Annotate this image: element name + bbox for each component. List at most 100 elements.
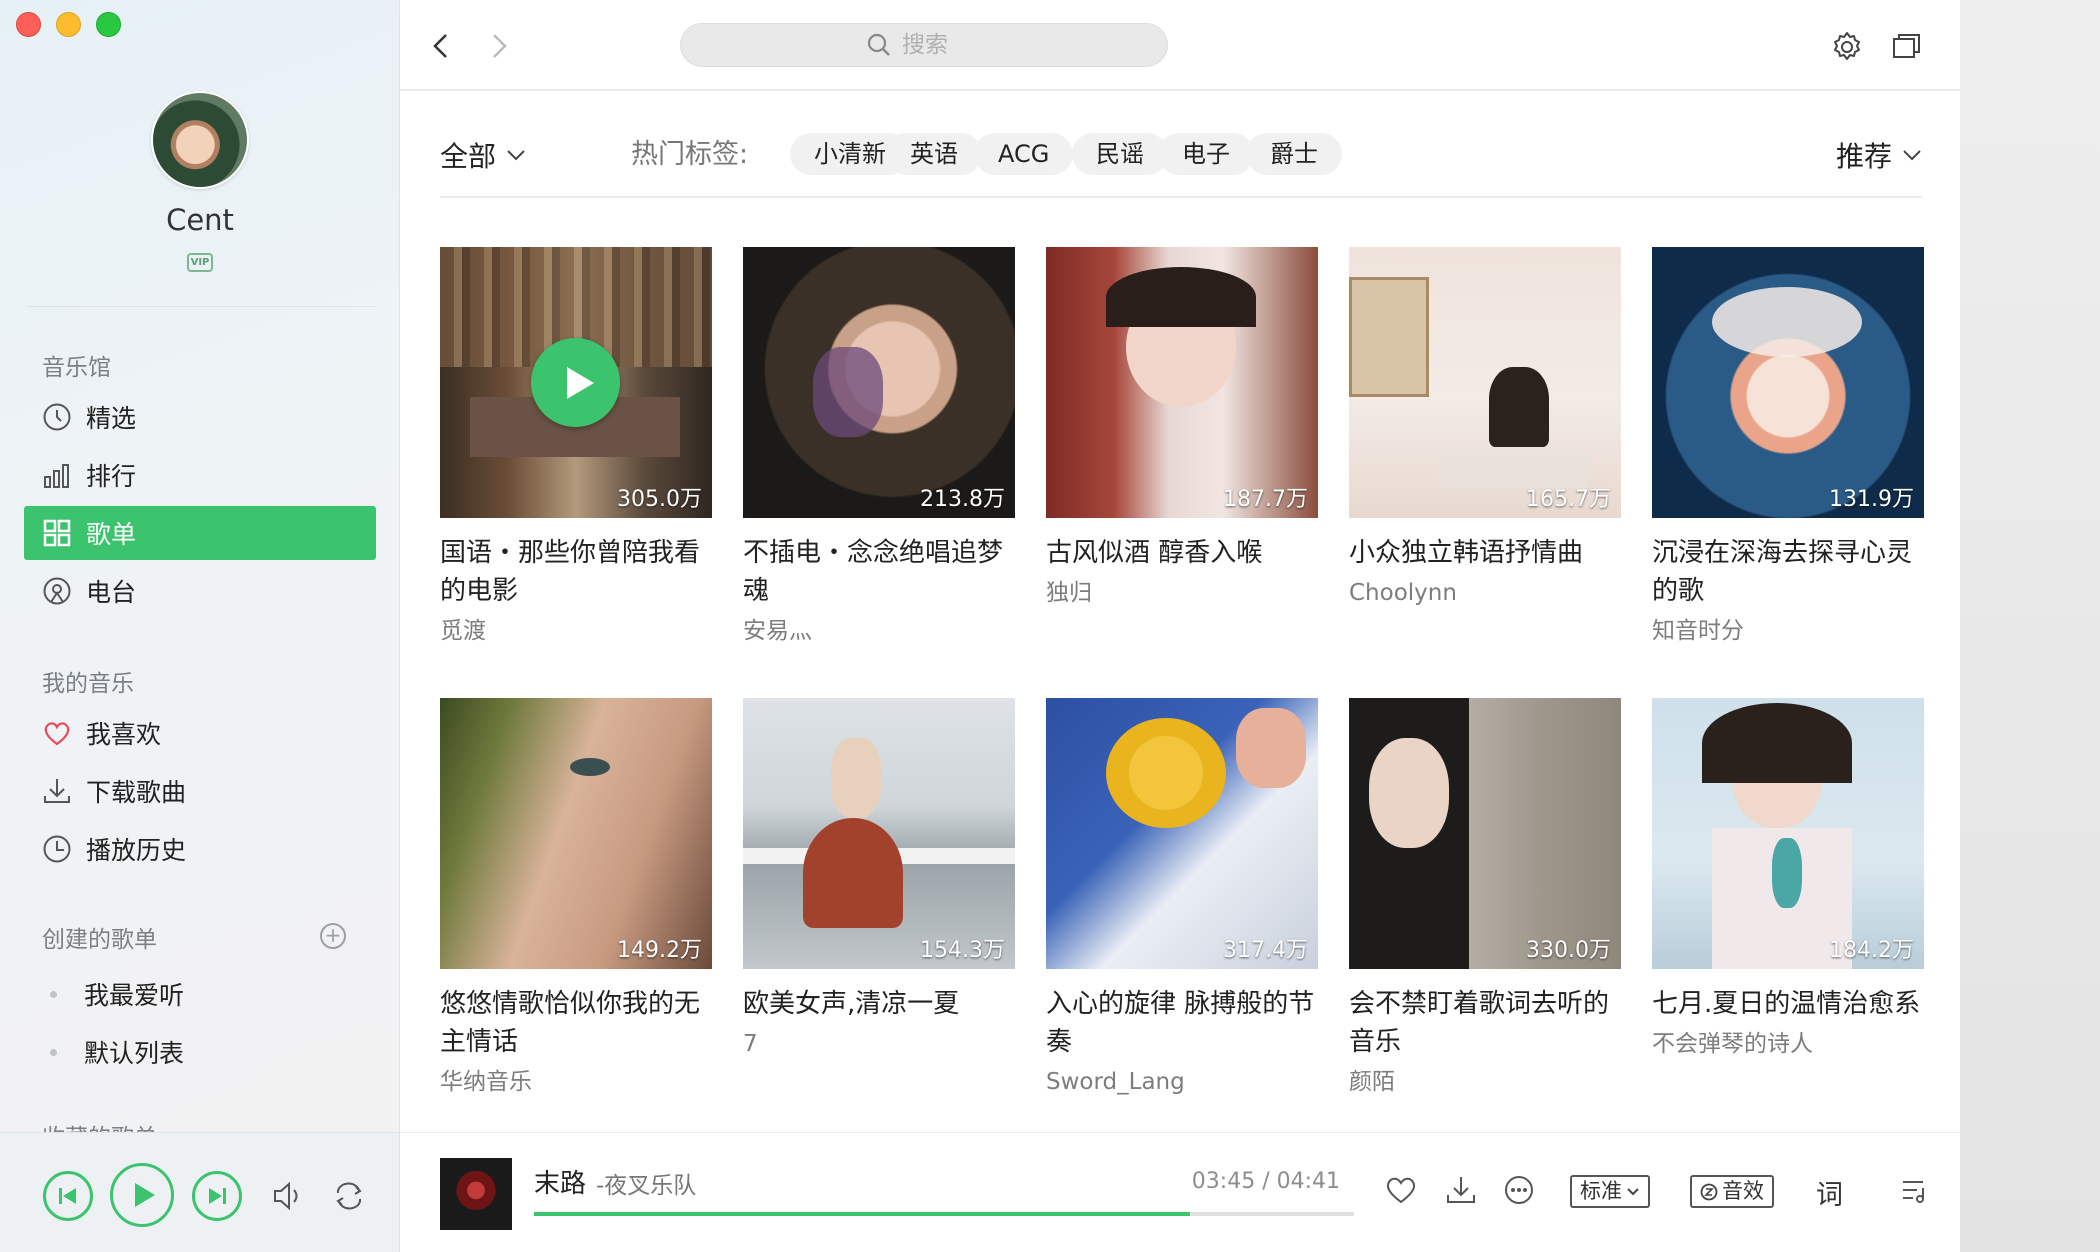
more-options-icon[interactable] <box>1502 1173 1536 1207</box>
progress-bar[interactable] <box>534 1212 1354 1216</box>
playlist-title[interactable]: 沉浸在深海去探寻心灵的歌 <box>1652 534 1924 610</box>
forward-arrow-icon[interactable] <box>484 28 514 64</box>
volume-icon[interactable] <box>272 1181 304 1211</box>
playlist-cover[interactable]: 317.4万 <box>1046 698 1318 969</box>
playlist-author[interactable]: 知音时分 <box>1652 614 1924 648</box>
search-box[interactable] <box>680 23 1168 67</box>
sidebar-item-history[interactable]: 播放历史 <box>24 822 376 876</box>
playlist-cover[interactable]: 149.2万 <box>440 698 712 969</box>
category-dropdown[interactable]: 全部 <box>440 129 526 181</box>
playlist-cover[interactable]: 187.7万 <box>1046 247 1318 518</box>
playlist-card[interactable]: 149.2万 悠悠情歌恰似你我的无主情话 华纳音乐 <box>440 698 712 1099</box>
playlist-card[interactable]: 131.9万 沉浸在深海去探寻心灵的歌 知音时分 <box>1652 247 1924 648</box>
playlist-author[interactable]: Choolynn <box>1349 576 1621 610</box>
sidebar-item-label: 下载歌曲 <box>86 778 187 807</box>
repeat-icon[interactable] <box>332 1181 366 1211</box>
add-playlist-icon[interactable]: + <box>320 923 346 949</box>
playlist-author[interactable]: 7 <box>743 1027 1015 1061</box>
playlist-author[interactable]: 觅渡 <box>440 614 712 648</box>
playlist-cover[interactable]: 131.9万 <box>1652 247 1924 518</box>
back-arrow-icon[interactable] <box>426 28 456 64</box>
section-title-collected-playlists: 收藏的歌单 <box>42 1118 157 1132</box>
playlist-cover[interactable]: 213.8万 <box>743 247 1015 518</box>
username[interactable]: Cent <box>0 203 399 237</box>
sidebar-item-label: 排行 <box>86 462 137 491</box>
playlist-title[interactable]: 古风似酒 醇香入喉 <box>1046 534 1318 572</box>
playlist-title[interactable]: 国语・那些你曾陪我看的电影 <box>440 534 712 610</box>
sidebar-item-created-playlist[interactable]: 默认列表 <box>50 1034 184 1070</box>
playlist-author[interactable]: 颜陌 <box>1349 1065 1621 1099</box>
playlist-cover[interactable]: 305.0万 <box>440 247 712 518</box>
tag-jazz[interactable]: 爵士 <box>1246 133 1342 175</box>
playlist-card[interactable]: 187.7万 古风似酒 醇香入喉 独归 <box>1046 247 1318 610</box>
avatar[interactable] <box>151 91 249 189</box>
sidebar-item-favorites[interactable]: 我喜欢 <box>24 706 376 760</box>
playlist-cover[interactable]: 330.0万 <box>1349 698 1621 969</box>
quality-select[interactable]: 标准 <box>1570 1175 1650 1208</box>
section-title-created-playlists: 创建的歌单 <box>42 927 157 953</box>
sound-effect-label: 音效 <box>1722 1179 1764 1203</box>
tag-folk[interactable]: 民谣 <box>1072 133 1168 175</box>
tag-acg[interactable]: ACG <box>974 133 1074 175</box>
playlist-title[interactable]: 七月.夏日的温情治愈系 <box>1652 985 1924 1023</box>
playlist-author[interactable]: 华纳音乐 <box>440 1065 712 1099</box>
tag-english[interactable]: 英语 <box>886 133 982 175</box>
section-title-my-music: 我的音乐 <box>42 671 134 697</box>
sidebar-item-created-playlist[interactable]: 我最爱听 <box>50 976 184 1012</box>
playlist-card[interactable]: 305.0万 国语・那些你曾陪我看的电影 觅渡 <box>440 247 712 648</box>
playlist-cover[interactable]: 165.7万 <box>1349 247 1621 518</box>
playlist-author[interactable]: 不会弹琴的诗人 <box>1652 1027 1924 1061</box>
next-track-button[interactable] <box>192 1171 242 1221</box>
play-overlay-icon[interactable] <box>531 338 620 427</box>
section-title-music-hall: 音乐馆 <box>42 355 111 381</box>
playlist-card[interactable]: 154.3万 欧美女声,清凉一夏 7 <box>743 698 1015 1061</box>
play-count: 184.2万 <box>1829 938 1914 963</box>
playlist-card[interactable]: 184.2万 七月.夏日的温情治愈系 不会弹琴的诗人 <box>1652 698 1924 1061</box>
playlist-title[interactable]: 不插电・念念绝唱追梦魂 <box>743 534 1015 610</box>
featured-icon <box>42 402 72 432</box>
search-input[interactable] <box>902 32 982 58</box>
close-window-button[interactable] <box>16 12 41 37</box>
song-artist[interactable]: -夜叉乐队 <box>596 1166 696 1200</box>
sidebar-item-featured[interactable]: 精选 <box>24 390 376 444</box>
tag-electronic[interactable]: 电子 <box>1158 133 1254 175</box>
playlist-card[interactable]: 213.8万 不插电・念念绝唱追梦魂 安易灬 <box>743 247 1015 648</box>
settings-gear-icon[interactable] <box>1830 30 1864 64</box>
playlist-title[interactable]: 欧美女声,清凉一夏 <box>743 985 1015 1023</box>
sound-effect-button[interactable]: 音效 <box>1690 1175 1774 1208</box>
playlist-title[interactable]: 入心的旋律 脉搏般的节奏 <box>1046 985 1318 1061</box>
bullet-icon <box>50 990 57 998</box>
playlist-author[interactable]: 独归 <box>1046 576 1318 610</box>
previous-track-button[interactable] <box>43 1171 93 1221</box>
minimize-window-button[interactable] <box>56 12 81 37</box>
playlist-author[interactable]: Sword_Lang <box>1046 1065 1318 1099</box>
sidebar-item-charts[interactable]: 排行 <box>24 448 376 502</box>
playlist-cover[interactable]: 184.2万 <box>1652 698 1924 969</box>
sort-dropdown[interactable]: 推荐 <box>1836 129 1922 181</box>
download-icon[interactable] <box>1444 1173 1478 1207</box>
playlist-author[interactable]: 安易灬 <box>743 614 1015 648</box>
sidebar-item-downloads[interactable]: 下载歌曲 <box>24 764 376 818</box>
playlist-card[interactable]: 165.7万 小众独立韩语抒情曲 Choolynn <box>1349 247 1621 610</box>
sidebar-item-label: 歌单 <box>86 520 137 549</box>
mini-mode-icon[interactable] <box>1890 30 1924 64</box>
album-art[interactable] <box>440 1158 512 1230</box>
sidebar-item-playlists[interactable]: 歌单 <box>24 506 376 560</box>
playlist-queue-icon[interactable] <box>1898 1173 1932 1207</box>
playlist-card[interactable]: 330.0万 会不禁盯着歌词去听的音乐 颜陌 <box>1349 698 1621 1099</box>
playlist-title[interactable]: 会不禁盯着歌词去听的音乐 <box>1349 985 1621 1061</box>
app-window: Cent VIP 音乐馆 精选 排行 歌单 电台 我的音乐 我喜欢 下载歌曲 播… <box>0 0 1960 1252</box>
vip-badge-icon[interactable]: VIP <box>187 253 213 272</box>
playlist-title[interactable]: 小众独立韩语抒情曲 <box>1349 534 1621 572</box>
sidebar-item-radio[interactable]: 电台 <box>24 564 376 618</box>
sort-label: 推荐 <box>1835 140 1892 173</box>
zoom-window-button[interactable] <box>96 12 121 37</box>
play-pause-button[interactable] <box>110 1163 174 1227</box>
playlist-card[interactable]: 317.4万 入心的旋律 脉搏般的节奏 Sword_Lang <box>1046 698 1318 1099</box>
playlist-cover[interactable]: 154.3万 <box>743 698 1015 969</box>
playlist-title[interactable]: 悠悠情歌恰似你我的无主情话 <box>440 985 712 1061</box>
heart-icon[interactable] <box>1384 1173 1418 1207</box>
song-title[interactable]: 末路 <box>534 1163 586 1200</box>
clock-icon <box>42 834 72 864</box>
lyrics-button[interactable]: 词 <box>1816 1173 1843 1212</box>
